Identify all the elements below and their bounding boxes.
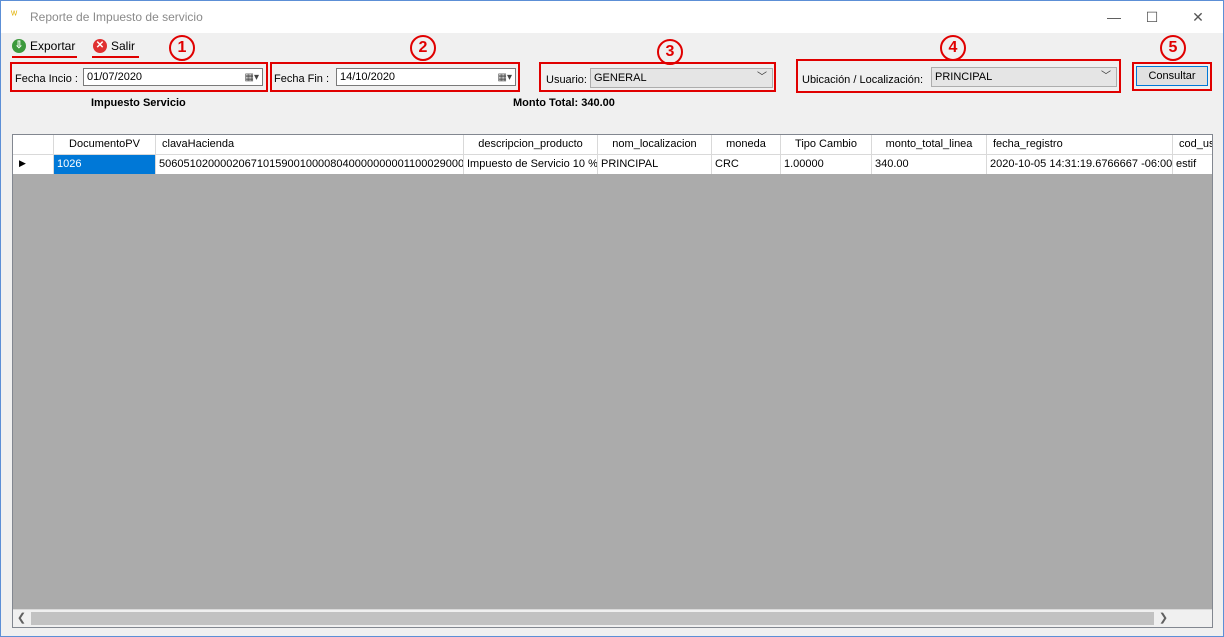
export-underline bbox=[12, 56, 77, 58]
column-header[interactable]: cod_us bbox=[1173, 135, 1212, 154]
column-header[interactable]: nom_localizacion bbox=[598, 135, 712, 154]
table-cell[interactable]: Impuesto de Servicio 10 % bbox=[464, 155, 598, 174]
data-grid[interactable]: DocumentoPV clavaHacienda descripcion_pr… bbox=[12, 134, 1213, 628]
table-row[interactable]: ▶ 1026 506051020000206710159001000080400… bbox=[13, 154, 1212, 174]
table-cell[interactable]: 340.00 bbox=[872, 155, 987, 174]
scroll-thumb[interactable] bbox=[31, 612, 1154, 625]
usuario-label: Usuario: bbox=[546, 74, 587, 86]
annotation-5: 5 bbox=[1160, 35, 1186, 61]
fecha-inicio-label: Fecha Incio : bbox=[15, 73, 78, 85]
calendar-dropdown-icon[interactable]: ▦▾ bbox=[245, 70, 259, 86]
close-button[interactable]: ✕ bbox=[1175, 1, 1221, 33]
usuario-select[interactable]: GENERAL ﹀ bbox=[590, 68, 773, 88]
column-header[interactable]: fecha_registro bbox=[987, 135, 1173, 154]
scroll-left-icon[interactable]: ❮ bbox=[13, 610, 30, 627]
window-title: Reporte de Impuesto de servicio bbox=[30, 10, 203, 24]
table-cell[interactable]: 5060510200002067101590010000804000000000… bbox=[156, 155, 464, 174]
exit-button[interactable]: ✕ Salir bbox=[93, 36, 135, 56]
fecha-fin-label: Fecha Fin : bbox=[274, 73, 330, 85]
table-cell[interactable]: estif bbox=[1173, 155, 1212, 174]
table-cell[interactable]: PRINCIPAL bbox=[598, 155, 712, 174]
monto-total: Monto Total: 340.00 bbox=[513, 97, 615, 109]
horizontal-scrollbar[interactable]: ❮ ❯ bbox=[13, 609, 1212, 627]
current-row-icon: ▶ bbox=[19, 158, 26, 168]
exit-label: Salir bbox=[111, 39, 136, 53]
section-title: Impuesto Servicio bbox=[91, 97, 186, 109]
column-header[interactable]: descripcion_producto bbox=[464, 135, 598, 154]
report-window: ᵂ Reporte de Impuesto de servicio — ☐ ✕ … bbox=[0, 0, 1224, 637]
fecha-fin-value: 14/10/2020 bbox=[340, 71, 396, 83]
usuario-value: GENERAL bbox=[594, 72, 647, 84]
ubicacion-select[interactable]: PRINCIPAL ﹀ bbox=[931, 67, 1117, 87]
chevron-down-icon: ﹀ bbox=[757, 72, 767, 83]
fecha-inicio-value: 01/07/2020 bbox=[87, 71, 143, 83]
column-header[interactable]: Tipo Cambio bbox=[781, 135, 872, 154]
annotation-2: 2 bbox=[410, 35, 436, 61]
column-header[interactable]: clavaHacienda bbox=[156, 135, 464, 154]
annotation-1: 1 bbox=[169, 35, 195, 61]
export-label: Exportar bbox=[30, 39, 76, 53]
fecha-fin-field[interactable]: 14/10/2020 ▦▾ bbox=[336, 68, 516, 86]
scroll-right-icon[interactable]: ❯ bbox=[1155, 610, 1172, 627]
column-header[interactable]: monto_total_linea bbox=[872, 135, 987, 154]
grid-corner bbox=[13, 135, 54, 154]
table-cell[interactable]: 2020-10-05 14:31:19.6766667 -06:00 bbox=[987, 155, 1173, 174]
table-cell[interactable]: CRC bbox=[712, 155, 781, 174]
calendar-dropdown-icon[interactable]: ▦▾ bbox=[498, 70, 512, 86]
grid-header: DocumentoPV clavaHacienda descripcion_pr… bbox=[13, 135, 1212, 154]
title-bar: ᵂ Reporte de Impuesto de servicio — ☐ ✕ bbox=[1, 1, 1223, 33]
export-icon: ⇩ bbox=[12, 39, 26, 53]
table-cell[interactable]: 1.00000 bbox=[781, 155, 872, 174]
column-header[interactable]: DocumentoPV bbox=[54, 135, 156, 154]
fecha-inicio-field[interactable]: 01/07/2020 ▦▾ bbox=[83, 68, 263, 86]
table-cell[interactable]: 1026 bbox=[54, 155, 156, 174]
app-icon: ᵂ bbox=[11, 10, 18, 21]
row-header[interactable]: ▶ bbox=[13, 155, 54, 174]
ubicacion-label: Ubicación / Localización: bbox=[802, 74, 924, 86]
exit-icon: ✕ bbox=[93, 39, 107, 53]
exit-underline bbox=[92, 56, 139, 58]
maximize-button[interactable]: ☐ bbox=[1129, 1, 1175, 33]
column-header[interactable]: moneda bbox=[712, 135, 781, 154]
export-button[interactable]: ⇩ Exportar bbox=[12, 36, 75, 56]
ubicacion-value: PRINCIPAL bbox=[935, 71, 993, 83]
chevron-down-icon: ﹀ bbox=[1101, 71, 1111, 82]
annotation-4: 4 bbox=[940, 35, 966, 61]
consultar-button[interactable]: Consultar bbox=[1136, 66, 1208, 86]
